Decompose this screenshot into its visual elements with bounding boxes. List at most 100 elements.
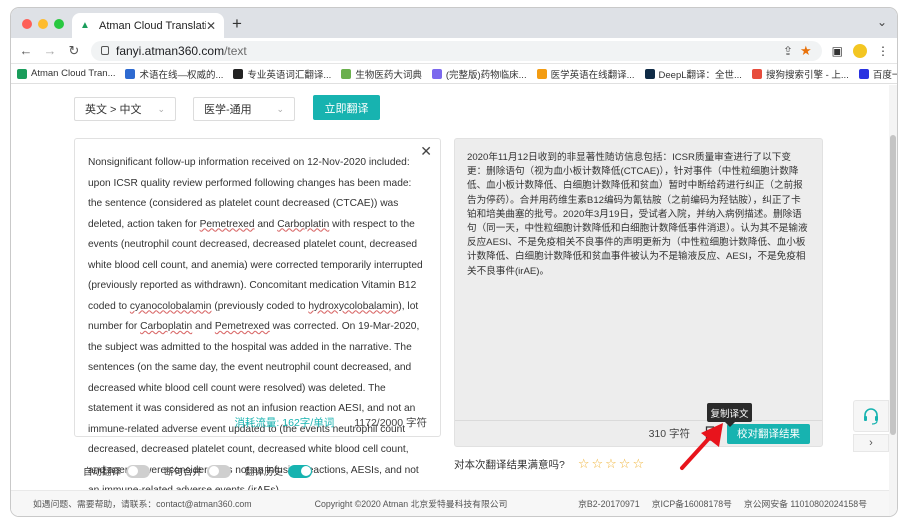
- profile-avatar[interactable]: [853, 43, 867, 58]
- misspelled-word: cyanocolobalamin: [129, 300, 212, 312]
- customer-service-widget[interactable]: [853, 400, 889, 432]
- copy-translation-tooltip: 复制译文: [707, 403, 752, 427]
- history-label: 翻译历史: [245, 467, 284, 478]
- misspelled-word: hydroxycolobalamin: [308, 300, 399, 312]
- bookmark-favicon-icon: [431, 68, 442, 79]
- source-text-segment: and: [254, 218, 278, 230]
- merge-sentences-toggle[interactable]: [207, 464, 232, 478]
- url-path: /text: [224, 43, 247, 58]
- headset-icon: [864, 408, 878, 425]
- star-rating[interactable]: ☆☆☆☆☆: [578, 456, 646, 472]
- source-footer: 消耗流量: 162字/单词 1172/2000 字符: [234, 415, 427, 430]
- merge-sentences-label: 断句合并: [164, 467, 203, 478]
- footer-icp-1[interactable]: 京B2-20170971: [578, 497, 640, 510]
- bookmark-favicon-icon: [644, 68, 655, 79]
- chevron-down-icon: ⌄: [276, 103, 284, 114]
- options-row: 自动翻译 断句合并 翻译历史: [83, 464, 326, 478]
- domain-value: 医学-通用: [204, 104, 252, 116]
- language-pair-select[interactable]: 英文 > 中文 ⌄: [74, 97, 176, 121]
- bookmark-item[interactable]: 专业英语词汇翻译...: [233, 67, 331, 81]
- new-tab-icon[interactable]: +: [232, 14, 242, 34]
- bookmark-label: 术语在线—权威的...: [139, 69, 224, 81]
- close-window-button[interactable]: [22, 19, 32, 29]
- domain-select[interactable]: 医学-通用 ⌄: [193, 97, 295, 121]
- bookmark-favicon-icon: [17, 68, 27, 79]
- footer-contact: 如遇问题、需要帮助，请联系：contact@atman360.com: [33, 499, 252, 509]
- misspelled-word: Carboplatin: [140, 321, 193, 332]
- auto-translate-toggle[interactable]: [126, 464, 151, 478]
- feedback-question: 对本次翻译结果满意吗?: [454, 458, 565, 471]
- atman-logo-icon: ▲: [80, 19, 90, 31]
- page-scrollbar[interactable]: [889, 85, 897, 516]
- auto-translate-label: 自动翻译: [83, 467, 122, 478]
- minimize-window-button[interactable]: [38, 19, 48, 29]
- tab-atman[interactable]: ▲ Atman Cloud Translation ✕: [72, 13, 224, 38]
- source-text-segment: with respect to the events (neutrophil c…: [88, 218, 423, 312]
- misspelled-word: Carboplatin: [277, 218, 330, 230]
- translate-now-button[interactable]: 立即翻译: [313, 95, 380, 120]
- bookmark-favicon-icon: [751, 68, 762, 79]
- bookmarks-bar: Atman Cloud Tran... 术语在线—权威的... 专业英语词汇翻译..…: [11, 64, 897, 84]
- widget-chevron-right-icon[interactable]: ›: [853, 434, 889, 452]
- bookmark-label: 专业英语词汇翻译...: [247, 69, 332, 81]
- bookmark-item[interactable]: 百度一下，你就知道: [858, 67, 897, 81]
- bookmark-item[interactable]: Atman Cloud Tran...: [17, 68, 115, 79]
- source-char-count: 1172/2000 字符: [354, 417, 427, 429]
- browser-window: ▲ Atman Cloud Translation ✕ + ⌄ ← → ↻ fa…: [11, 8, 897, 516]
- bookmark-label: (完整版)药物临床...: [445, 69, 527, 81]
- bookmark-favicon-icon: [233, 68, 244, 79]
- bookmark-item[interactable]: 搜狗搜索引擎 - 上...: [751, 67, 849, 81]
- url-host: fanyi.atman360.com: [116, 43, 225, 58]
- address-bar[interactable]: fanyi.atman360.com/text ⇪ ★: [91, 40, 822, 61]
- bookmark-favicon-icon: [536, 68, 547, 79]
- target-footer: 310 字符 校对翻译结果: [455, 420, 822, 446]
- bookmark-item[interactable]: 医学英语在线翻译...: [536, 67, 635, 81]
- source-text[interactable]: Nonsignificant follow-up information rec…: [88, 153, 428, 502]
- tab-search-chevron-icon[interactable]: ⌄: [877, 15, 887, 29]
- bookmark-item[interactable]: 术语在线—权威的...: [125, 67, 223, 81]
- tab-strip: ▲ Atman Cloud Translation ✕ + ⌄: [11, 8, 897, 38]
- bookmark-label: 百度一下，你就知道: [872, 69, 897, 81]
- footer-icp-2[interactable]: 京ICP备16008178号: [652, 497, 732, 510]
- target-text-panel: 2020年11月12日收到的非显著性随访信息包括：ICSR质量审查进行了以下变更…: [454, 138, 823, 447]
- reload-icon[interactable]: ↻: [67, 43, 81, 59]
- feedback-row: 对本次翻译结果满意吗? ☆☆☆☆☆: [454, 456, 646, 472]
- bookmark-star-icon[interactable]: ★: [800, 43, 812, 59]
- source-text-segment: and: [192, 321, 215, 332]
- red-arrow-annotation: [680, 423, 723, 470]
- source-text-segment: (previously coded to: [211, 300, 309, 312]
- menu-kebab-icon[interactable]: ⋮: [877, 44, 889, 58]
- footer-copyright: Copyright ©2020 Atman 北京爱特曼科技有限公司: [314, 499, 508, 509]
- bookmark-label: Atman Cloud Tran...: [31, 68, 116, 79]
- bookmark-item[interactable]: (完整版)药物临床...: [431, 67, 527, 81]
- bookmark-item[interactable]: 生物医药大词典: [341, 67, 422, 81]
- history-toggle[interactable]: [288, 464, 313, 478]
- bookmark-favicon-icon: [125, 68, 136, 79]
- page-footer: 如遇问题、需要帮助，请联系：contact@atman360.com Copyr…: [11, 490, 889, 516]
- browser-toolbar: ← → ↻ fanyi.atman360.com/text ⇪ ★ ▣ ⋮: [11, 38, 897, 64]
- scrollbar-thumb[interactable]: [890, 135, 896, 435]
- misspelled-word: Pemetrexed: [199, 218, 255, 230]
- lock-icon: [101, 46, 109, 55]
- traffic-used: 消耗流量: 162字/单词: [234, 417, 335, 429]
- share-icon[interactable]: ⇪: [783, 44, 793, 58]
- source-text-panel[interactable]: ✕ Nonsignificant follow-up information r…: [74, 138, 441, 496]
- back-arrow-icon[interactable]: ←: [19, 43, 33, 58]
- sidepanel-icon[interactable]: ▣: [832, 44, 843, 58]
- bookmark-item[interactable]: DeepL翻译：全世...: [644, 67, 742, 81]
- bookmark-label: 生物医药大词典: [355, 69, 422, 81]
- chevron-down-icon: ⌄: [157, 103, 165, 114]
- zoom-window-button[interactable]: [54, 19, 64, 29]
- misspelled-word: Pemetrexed: [214, 321, 270, 332]
- bookmark-label: 医学英语在线翻译...: [550, 69, 635, 81]
- bookmark-label: DeepL翻译：全世...: [658, 69, 742, 81]
- tab-title: Atman Cloud Translation: [99, 19, 206, 32]
- proofread-button[interactable]: 校对翻译结果: [727, 423, 810, 444]
- footer-icp-3[interactable]: 京公网安备 11010802024158号: [744, 497, 867, 510]
- close-tab-icon[interactable]: ✕: [206, 19, 216, 33]
- target-text: 2020年11月12日收到的非显著性随访信息包括：ICSR质量审查进行了以下变更…: [467, 152, 808, 277]
- bookmark-favicon-icon: [858, 68, 869, 79]
- bookmark-label: 搜狗搜索引擎 - 上...: [765, 69, 849, 81]
- language-pair-value: 英文 > 中文: [85, 104, 142, 116]
- forward-arrow-icon[interactable]: →: [43, 43, 57, 58]
